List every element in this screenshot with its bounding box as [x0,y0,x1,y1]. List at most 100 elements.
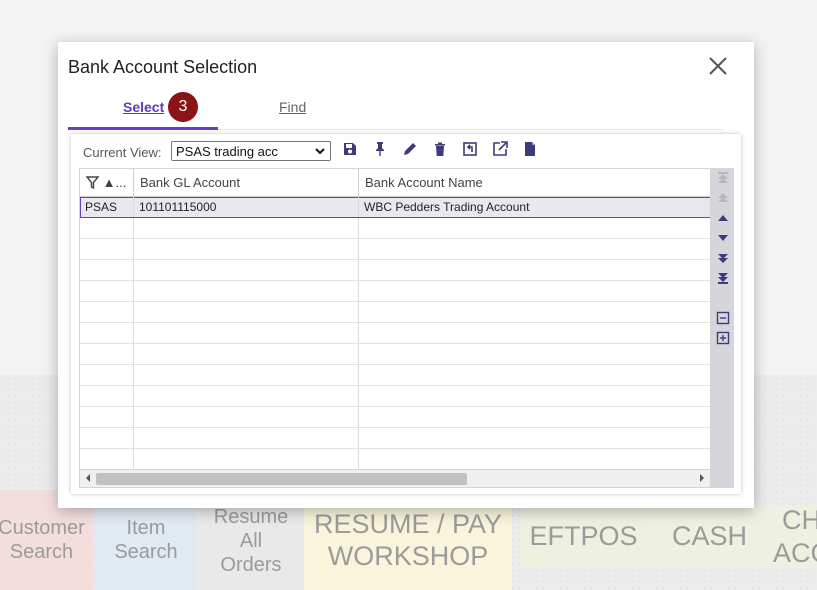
current-view-label: Current View: [83,145,162,160]
horizontal-scroll-thumb[interactable] [96,473,467,485]
step-badge: 3 [168,92,198,122]
bank-account-selection-dialog: Bank Account Selection Select 3 Find Cur… [58,42,754,508]
selection-panel: Current View: PSAS trading acc ▲... Bank… [71,134,741,494]
table-row-empty [80,323,710,344]
previous-page-icon[interactable] [716,191,730,205]
grid-navigation-bar [711,168,734,488]
scroll-right-icon[interactable] [697,473,707,483]
horizontal-scrollbar[interactable] [79,470,711,488]
document-icon[interactable] [522,141,538,157]
pin-icon[interactable] [372,141,388,157]
charge-account-label: CH ACC [773,505,817,568]
empty-cell [80,344,134,364]
delete-icon[interactable] [432,141,448,157]
empty-cell [80,260,134,280]
move-up-icon[interactable] [716,211,730,225]
empty-cell [359,302,710,322]
empty-cell [359,449,710,469]
empty-cell [80,239,134,259]
grid-header: ▲... Bank GL Account Bank Account Name [80,169,710,197]
empty-cell [80,281,134,301]
table-row-empty [80,218,710,239]
sort-indicator: ▲... [102,175,127,190]
empty-cell [359,281,710,301]
empty-cell [134,302,359,322]
grid-body: PSAS 101101115000 WBC Pedders Trading Ac… [80,197,710,469]
last-page-icon[interactable] [716,271,730,285]
empty-cell [359,428,710,448]
eftpos-tile[interactable]: EFTPOS [521,505,646,568]
empty-cell [359,365,710,385]
resume-pay-workshop-label: RESUME / PAY WORKSHOP [313,508,503,571]
expand-icon[interactable] [716,331,730,345]
edit-icon[interactable] [402,141,418,157]
filter-sort-column-header[interactable]: ▲... [80,169,134,197]
refresh-icon[interactable] [462,141,478,157]
table-row-empty [80,449,710,469]
table-row-empty [80,344,710,365]
empty-cell [359,323,710,343]
empty-cell [359,260,710,280]
tab-find[interactable]: Find [279,99,306,115]
resume-all-orders-label: Resume All Orders [213,506,289,576]
table-row-empty [80,302,710,323]
empty-cell [80,449,134,469]
empty-cell [80,407,134,427]
empty-cell [359,407,710,427]
cash-label: CASH [671,521,747,552]
empty-cell [80,323,134,343]
table-row-empty [80,281,710,302]
bank-account-grid: ▲... Bank GL Account Bank Account Name P… [79,168,711,470]
empty-cell [359,239,710,259]
empty-cell [134,260,359,280]
empty-cell [80,428,134,448]
table-row-empty [80,386,710,407]
empty-cell [359,344,710,364]
chevron-down-icon [315,148,325,155]
save-icon[interactable] [342,141,358,157]
first-page-icon[interactable] [716,171,730,185]
account-name-cell: WBC Pedders Trading Account [364,200,530,214]
tab-select-label: Select [123,99,165,115]
gl-account-cell: 101101115000 [134,197,359,217]
empty-cell [134,449,359,469]
empty-cell [134,239,359,259]
empty-cell [134,218,359,238]
next-page-icon[interactable] [716,251,730,265]
table-row-empty [80,260,710,281]
cash-tile[interactable]: CASH [647,505,772,568]
empty-cell [80,365,134,385]
empty-cell [134,323,359,343]
tab-select[interactable]: Select 3 [68,90,218,130]
table-row-empty [80,239,710,260]
empty-cell [80,386,134,406]
filter-icon[interactable] [85,176,100,190]
empty-cell [134,365,359,385]
customer-search-label: Customer Search [0,517,85,563]
table-row-empty [80,407,710,428]
table-row[interactable]: PSAS 101101115000 WBC Pedders Trading Ac… [80,197,710,218]
empty-cell [80,218,134,238]
table-row-empty [80,365,710,386]
scroll-left-icon[interactable] [83,473,93,483]
collapse-icon[interactable] [716,311,730,325]
empty-cell [359,218,710,238]
empty-cell [134,386,359,406]
grid-toolbar: Current View: PSAS trading acc [71,134,741,166]
charge-account-tile[interactable]: CH ACC [773,505,817,568]
item-search-label: Item Search [114,517,178,563]
export-icon[interactable] [492,141,508,157]
eftpos-label: EFTPOS [529,521,638,552]
current-view-select[interactable]: PSAS trading acc [171,141,331,161]
empty-cell [134,344,359,364]
empty-cell [359,386,710,406]
tab-bar: Select 3 Find [68,90,723,130]
empty-cell [134,407,359,427]
empty-cell [80,302,134,322]
bank-gl-account-column-header[interactable]: Bank GL Account [134,169,359,197]
close-button[interactable] [706,54,730,78]
move-down-icon[interactable] [716,231,730,245]
empty-cell [134,428,359,448]
bank-account-name-column-header[interactable]: Bank Account Name [359,169,710,197]
table-row-empty [80,428,710,449]
